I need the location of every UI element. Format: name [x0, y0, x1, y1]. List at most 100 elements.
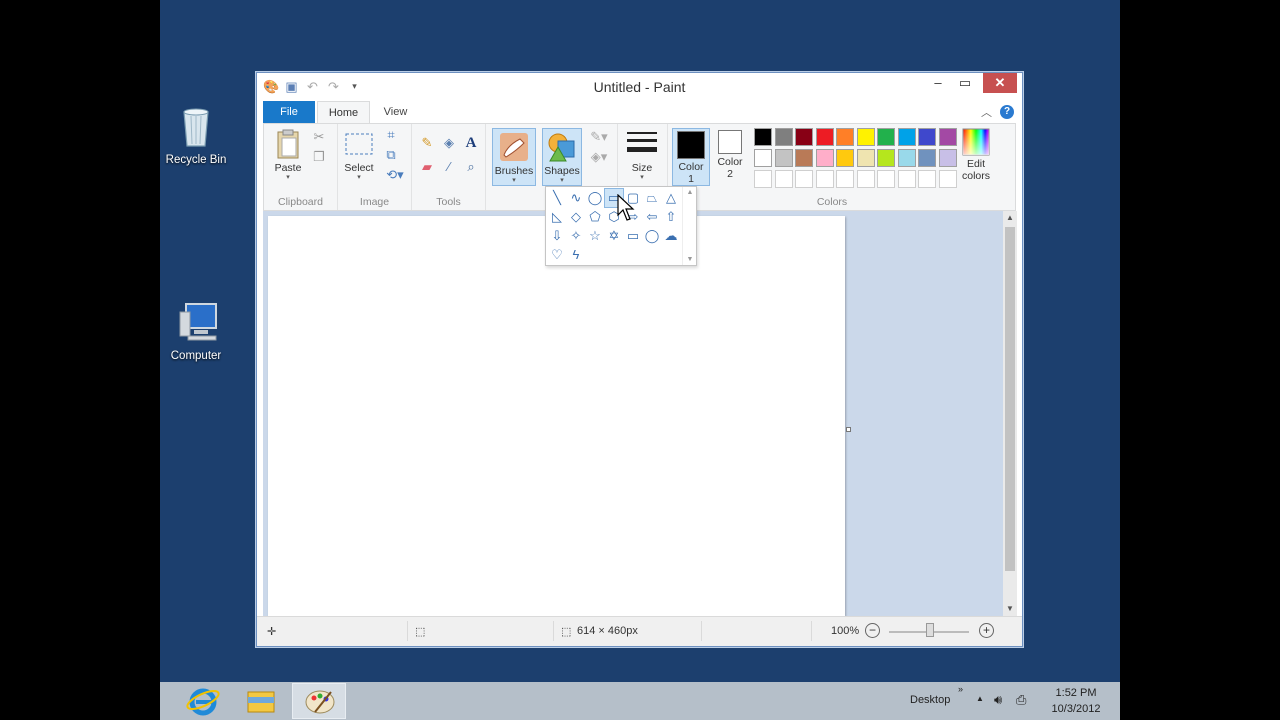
shape-curve-icon[interactable]: ∿: [567, 189, 585, 207]
eraser-icon[interactable]: ▰: [418, 158, 436, 176]
shape-up-arrow-icon[interactable]: ⇧: [662, 208, 680, 226]
zoom-slider-thumb[interactable]: [926, 623, 934, 637]
palette-swatch[interactable]: [754, 149, 772, 167]
shape-diamond-icon[interactable]: ◇: [567, 208, 585, 226]
color1-button[interactable]: Color 1: [672, 128, 710, 186]
minimize-button[interactable]: ‒: [927, 73, 949, 93]
color2-button[interactable]: Color 2: [712, 128, 748, 180]
select-dropdown-icon[interactable]: ▾: [340, 174, 378, 182]
palette-swatch[interactable]: [877, 128, 895, 146]
palette-swatch[interactable]: [938, 128, 957, 146]
resize-icon[interactable]: ⧉: [382, 146, 400, 164]
tab-view[interactable]: View: [373, 101, 418, 123]
computer-desktop-icon[interactable]: Computer: [160, 300, 234, 362]
cut-icon[interactable]: ✂: [310, 128, 328, 146]
zoom-out-button[interactable]: −: [865, 623, 880, 638]
palette-swatch[interactable]: [836, 128, 854, 146]
shape-triangle-icon[interactable]: △: [662, 189, 680, 207]
pencil-icon[interactable]: ✎: [418, 134, 436, 152]
shape-right-triangle-icon[interactable]: ◺: [548, 208, 566, 226]
canvas-resize-handle[interactable]: [846, 427, 851, 432]
help-icon[interactable]: ?: [1000, 105, 1014, 119]
magnifier-icon[interactable]: ⌕: [462, 158, 480, 176]
shape-oval-icon[interactable]: ◯: [586, 189, 604, 207]
scroll-up-icon[interactable]: ▲: [1003, 211, 1017, 225]
shape-pentagon-icon[interactable]: ⬠: [586, 208, 604, 226]
shape-six-point-star-icon[interactable]: ✡: [605, 227, 623, 245]
palette-swatch[interactable]: [795, 170, 813, 188]
shape-line-icon[interactable]: ╲: [548, 189, 566, 207]
brushes-button[interactable]: Brushes ▾: [492, 128, 536, 186]
taskbar-explorer-button[interactable]: [234, 683, 288, 719]
palette-swatch[interactable]: [836, 170, 854, 188]
copy-icon[interactable]: ❐: [310, 148, 328, 166]
palette-swatch[interactable]: [856, 128, 875, 146]
shape-polygon-icon[interactable]: ⏢: [643, 189, 661, 207]
palette-swatch[interactable]: [754, 170, 772, 188]
shapes-button[interactable]: Shapes ▾: [542, 128, 582, 186]
palette-swatch[interactable]: [774, 149, 793, 167]
clock-time[interactable]: 1:52 PM: [1046, 687, 1106, 699]
desktop-toolbar-label[interactable]: Desktop: [910, 694, 950, 706]
palette-swatch[interactable]: [836, 149, 854, 167]
palette-swatch[interactable]: [897, 128, 916, 146]
palette-swatch[interactable]: [754, 128, 772, 146]
palette-swatch[interactable]: [877, 170, 895, 188]
shape-four-point-star-icon[interactable]: ✧: [567, 227, 585, 245]
zoom-in-button[interactable]: +: [979, 623, 994, 638]
maximize-button[interactable]: ▭: [953, 73, 977, 93]
palette-swatch[interactable]: [897, 170, 916, 188]
outline-icon[interactable]: ✎▾: [586, 128, 612, 146]
palette-swatch[interactable]: [856, 149, 875, 167]
title-bar[interactable]: 🎨 ▣ ↶ ↷ ▾ Untitled - Paint ‒ ▭ ✕: [257, 73, 1022, 100]
paste-dropdown-icon[interactable]: ▾: [268, 174, 308, 182]
toolbar-expand-icon[interactable]: »: [958, 684, 963, 694]
size-button[interactable]: Size ▾: [622, 128, 662, 182]
palette-swatch[interactable]: [795, 149, 813, 167]
shape-oval-callout-icon[interactable]: ◯: [643, 227, 661, 245]
clock-date[interactable]: 10/3/2012: [1046, 703, 1106, 715]
gallery-scroll-down-icon[interactable]: ▼: [683, 256, 697, 263]
shape-heart-icon[interactable]: ♡: [548, 246, 566, 264]
recycle-bin-desktop-icon[interactable]: Recycle Bin: [160, 104, 234, 166]
palette-swatch[interactable]: [918, 149, 936, 167]
palette-swatch[interactable]: [815, 149, 834, 167]
taskbar-ie-button[interactable]: [176, 683, 230, 719]
tab-home[interactable]: Home: [317, 101, 370, 123]
palette-swatch[interactable]: [815, 170, 834, 188]
fill-shape-icon[interactable]: ◈▾: [586, 148, 612, 166]
crop-icon[interactable]: ⌗: [382, 126, 400, 144]
vertical-scrollbar[interactable]: ▲ ▼: [1003, 211, 1017, 616]
gallery-scroll-up-icon[interactable]: ▲: [683, 189, 697, 196]
palette-swatch[interactable]: [918, 128, 936, 146]
shape-left-arrow-icon[interactable]: ⇦: [643, 208, 661, 226]
network-icon[interactable]: ⎙: [1016, 692, 1026, 708]
text-icon[interactable]: A: [462, 134, 480, 152]
palette-swatch[interactable]: [774, 128, 793, 146]
fill-icon[interactable]: ◈: [440, 134, 458, 152]
palette-swatch[interactable]: [856, 170, 875, 188]
tab-file[interactable]: File: [263, 101, 315, 123]
palette-swatch[interactable]: [774, 170, 793, 188]
shape-five-point-star-icon[interactable]: ☆: [586, 227, 604, 245]
shapes-gallery-scrollbar[interactable]: ▲ ▼: [682, 187, 696, 265]
shape-cloud-callout-icon[interactable]: ☁: [662, 227, 680, 245]
shape-down-arrow-icon[interactable]: ⇩: [548, 227, 566, 245]
palette-swatch[interactable]: [877, 149, 895, 167]
close-button[interactable]: ✕: [983, 73, 1017, 93]
select-button[interactable]: Select ▾: [340, 128, 378, 182]
palette-swatch[interactable]: [918, 170, 936, 188]
edit-colors-button[interactable]: Edit colors: [956, 128, 996, 182]
drawing-canvas[interactable]: [268, 216, 845, 616]
shape-lightning-icon[interactable]: ϟ: [567, 246, 585, 264]
palette-swatch[interactable]: [897, 149, 916, 167]
color-picker-icon[interactable]: ⁄: [440, 158, 458, 176]
taskbar-paint-button[interactable]: [292, 683, 346, 719]
minimize-ribbon-icon[interactable]: ︿: [981, 104, 992, 120]
palette-swatch[interactable]: [938, 149, 957, 167]
shape-rounded-callout-icon[interactable]: ▭: [624, 227, 642, 245]
palette-swatch[interactable]: [938, 170, 957, 188]
paste-button[interactable]: Paste ▾: [268, 128, 308, 182]
palette-swatch[interactable]: [795, 128, 813, 146]
show-hidden-icons-icon[interactable]: ▲: [976, 694, 984, 703]
